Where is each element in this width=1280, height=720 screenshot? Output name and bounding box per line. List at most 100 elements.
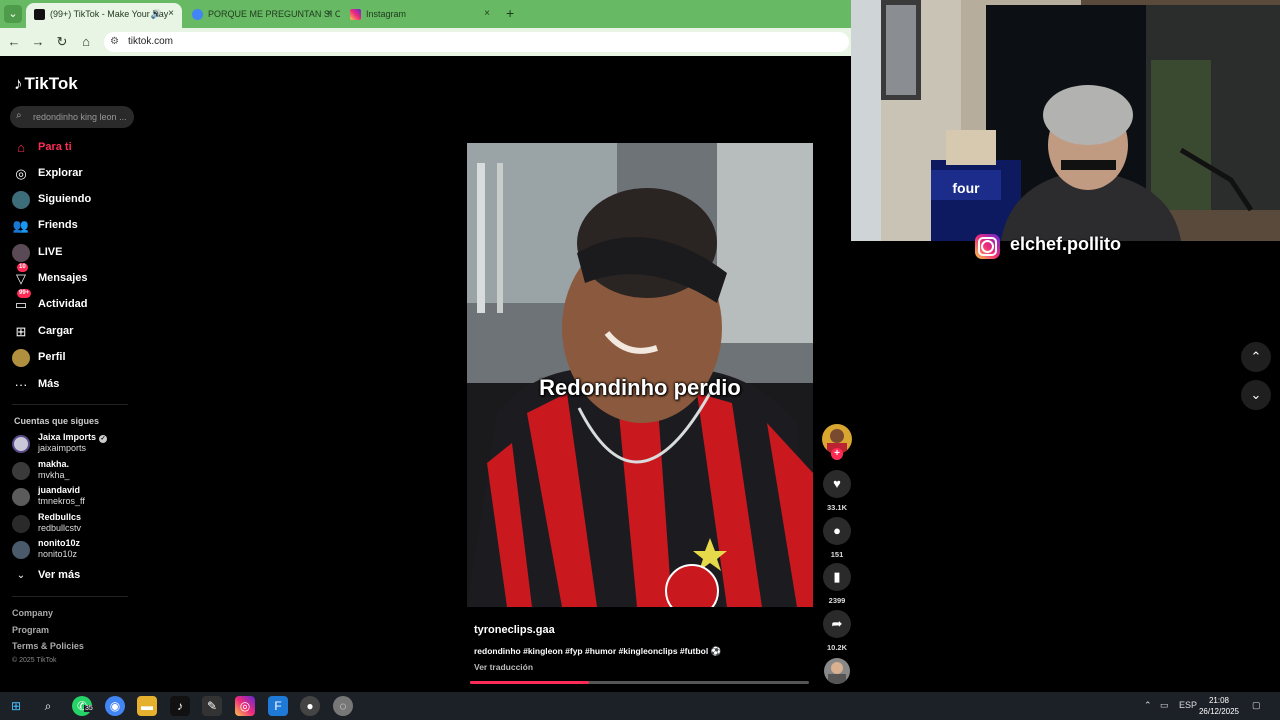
account-handle: mvkha_ — [38, 470, 70, 480]
url-input[interactable]: ⚙ tiktok.com — [104, 32, 849, 52]
following-title: Cuentas que sigues — [14, 416, 100, 426]
close-tab-icon[interactable]: × — [326, 3, 332, 25]
obs-icon[interactable]: ● — [300, 696, 320, 716]
clock-time: 21:08 — [1208, 696, 1230, 705]
nav-label: Mensajes — [38, 272, 88, 284]
translate-link[interactable]: Ver traducción — [474, 662, 533, 672]
chrome-icon[interactable]: ◉ — [105, 696, 125, 716]
nav-siguiendo[interactable]: Siguiendo — [12, 190, 132, 210]
nav-para-ti[interactable]: ⌂ Para ti — [12, 138, 132, 158]
messages-icon: ▽ — [16, 271, 26, 286]
taskbar: ⊞ ⌕ ✆ 35 ◉ ▬ ♪ ✎ ◎ F ● ◌ ⌃ ▭ ESP 21:08 2… — [0, 692, 1280, 720]
video-author[interactable]: tyroneclips.gaa — [474, 624, 555, 636]
instagram-icon — [350, 9, 361, 20]
nav-explorar[interactable]: ◎ Explorar — [12, 164, 132, 184]
site-info-icon[interactable]: ⚙ — [110, 36, 119, 47]
nav-friends[interactable]: 👥 Friends — [12, 216, 132, 236]
file-explorer-icon[interactable]: ▬ — [137, 696, 157, 716]
share-button[interactable]: ➦ — [823, 610, 851, 638]
video-player[interactable]: Redondinho perdio — [467, 143, 813, 607]
tab-tiktok[interactable]: (99+) TikTok - Make Your Day 🔊 × — [26, 3, 182, 28]
following-account[interactable]: Redbullcs redbullcstv — [12, 512, 137, 536]
chevron-down-icon: ⌄ — [1250, 387, 1262, 402]
like-button[interactable]: ♥ — [823, 470, 851, 498]
footer-link-terms[interactable]: Terms & Policies — [12, 641, 84, 651]
search-icon: ⌕ — [16, 110, 22, 121]
video-caption: Redondinho perdio — [539, 375, 741, 400]
comment-count: 151 — [830, 550, 844, 559]
search-icon[interactable]: ⌕ — [38, 696, 58, 716]
activity-icon: ▭ — [14, 297, 28, 312]
divider — [12, 596, 128, 597]
avatar — [12, 435, 30, 453]
search-input[interactable]: ⌕ redondinho king leon ... — [10, 106, 134, 128]
new-tab-button[interactable]: + — [506, 5, 514, 21]
music-disc-icon[interactable] — [824, 658, 850, 684]
music-disc-image — [828, 662, 846, 684]
nav-label: Perfil — [38, 351, 66, 363]
next-video-button[interactable]: ⌄ — [1241, 380, 1271, 410]
four-sign-text: four — [952, 180, 980, 196]
screen: ⌄ (99+) TikTok - Make Your Day 🔊 × PORQU… — [0, 0, 1280, 720]
tab-title: PORQUE ME PREGUNTAN SI CO — [208, 9, 340, 19]
previous-video-button[interactable]: ⌃ — [1241, 342, 1271, 372]
nav-label: Siguiendo — [38, 193, 92, 205]
copyright: © 2025 TikTok — [12, 657, 57, 664]
tab-second[interactable]: PORQUE ME PREGUNTAN SI CO × — [184, 3, 340, 28]
video-progress-bar[interactable] — [470, 681, 809, 684]
instagram-icon — [975, 234, 1000, 259]
footer-link-company[interactable]: Company — [12, 608, 53, 618]
share-icon: ➦ — [831, 616, 843, 631]
home-icon[interactable]: ⌂ — [78, 34, 94, 49]
back-icon[interactable]: ← — [6, 34, 22, 49]
tab-search-icon[interactable]: ⌄ — [4, 5, 22, 23]
nav-live[interactable]: LIVE — [12, 243, 132, 263]
divider — [12, 404, 128, 405]
notifications-icon[interactable]: ▢ — [1252, 700, 1261, 711]
avatar — [12, 462, 30, 480]
account-name: juandavid — [38, 485, 81, 495]
avatar — [12, 488, 30, 506]
tab-instagram[interactable]: Instagram × — [342, 3, 498, 28]
app-icon[interactable]: ✎ — [202, 696, 222, 716]
following-account[interactable]: Jaixa Imports ✓ jaixaimports — [12, 432, 137, 456]
follow-button[interactable]: + — [831, 448, 843, 460]
windows-start-icon[interactable]: ⊞ — [6, 696, 26, 716]
nav-actividad[interactable]: ▭ 99+ Actividad — [12, 289, 132, 315]
account-name: Jaixa Imports ✓ — [38, 432, 108, 443]
network-icon[interactable]: ▭ — [1160, 700, 1169, 711]
instagram-icon[interactable]: ◎ — [235, 696, 255, 716]
app-f-icon[interactable]: F — [268, 696, 288, 716]
forward-icon[interactable]: → — [30, 34, 46, 49]
footer-link-program[interactable]: Program — [12, 625, 49, 635]
save-count: 2399 — [828, 596, 846, 605]
profile-icon — [12, 349, 30, 367]
tiktok-icon[interactable]: ♪ — [170, 696, 190, 716]
speaker-icon[interactable]: 🔊 — [151, 3, 162, 25]
tray-chevron-up-icon[interactable]: ⌃ — [1144, 700, 1152, 711]
close-tab-icon[interactable]: × — [168, 3, 174, 25]
following-account[interactable]: nonito10z nonito10z — [12, 538, 137, 562]
nav-label: LIVE — [38, 246, 63, 258]
verified-icon: ✓ — [99, 435, 108, 443]
reload-icon[interactable]: ↻ — [54, 34, 70, 50]
nav-cargar[interactable]: ⊞ Cargar — [12, 322, 132, 342]
nav-perfil[interactable]: Perfil — [12, 348, 132, 368]
nav-mas[interactable]: ··· Más — [12, 375, 132, 395]
share-count: 10.2K — [826, 643, 847, 652]
comment-button[interactable]: ● — [823, 517, 851, 545]
following-account[interactable]: juandavid tmnekros_ff — [12, 485, 137, 509]
url-text: tiktok.com — [128, 36, 174, 47]
see-more-button[interactable]: ⌄ Ver más — [12, 566, 132, 586]
chevron-up-icon: ⌃ — [1250, 349, 1262, 364]
language-indicator[interactable]: ESP — [1179, 700, 1197, 710]
nav-mensajes[interactable]: ▽ 10 Mensajes — [12, 263, 132, 289]
nav-label: Friends — [38, 219, 78, 231]
close-tab-icon[interactable]: × — [484, 3, 490, 25]
tiktok-logo[interactable]: ♪ TikTok — [14, 74, 78, 94]
app-icon[interactable]: ◌ — [333, 696, 353, 716]
save-button[interactable]: ▮ — [823, 563, 851, 591]
live-icon — [12, 244, 30, 262]
following-account[interactable]: makha. mvkha_ — [12, 459, 137, 483]
system-clock[interactable]: 21:08 26/12/2025 — [1198, 695, 1240, 717]
